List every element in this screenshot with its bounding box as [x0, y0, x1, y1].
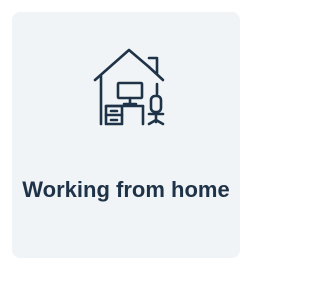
home-office-icon: [89, 36, 169, 128]
card-title: Working from home: [22, 177, 230, 202]
working-from-home-card[interactable]: Working from home: [12, 12, 240, 258]
